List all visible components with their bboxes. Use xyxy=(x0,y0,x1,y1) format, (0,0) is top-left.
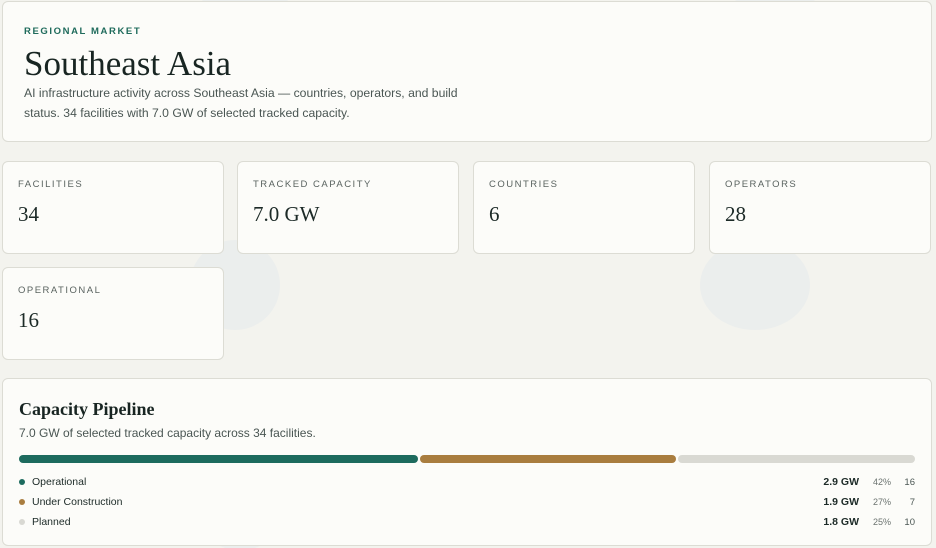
status-dot-icon xyxy=(19,479,25,485)
legend-percent: 25% xyxy=(872,517,891,527)
eyebrow-label: REGIONAL MARKET xyxy=(24,26,142,37)
pipeline-segment-planned[interactable] xyxy=(677,455,915,463)
stat-label: OPERATIONAL xyxy=(18,285,102,296)
legend-status-name: Planned xyxy=(32,516,71,528)
stat-value: 7.0 GW xyxy=(253,202,320,226)
stat-label: COUNTRIES xyxy=(489,179,559,190)
legend-percent: 27% xyxy=(872,497,891,507)
stat-label: FACILITIES xyxy=(18,179,84,190)
stat-value: 34 xyxy=(18,202,39,226)
legend-status-name: Operational xyxy=(32,476,87,488)
stat-label: OPERATORS xyxy=(725,179,798,190)
page-title: Southeast Asia xyxy=(24,44,232,83)
legend-gw: 1.9 GW xyxy=(823,496,859,508)
legend-row-under-construction: Under Construction 1.9 GW 27% 7 xyxy=(19,495,915,509)
stat-card-tracked-capacity: TRACKED CAPACITY 7.0 GW xyxy=(237,161,459,254)
legend-percent: 42% xyxy=(872,477,891,487)
pipeline-segment-under-construction[interactable] xyxy=(419,455,676,463)
legend-count: 7 xyxy=(909,496,915,508)
status-dot-icon xyxy=(19,499,25,505)
legend-count: 16 xyxy=(904,476,915,488)
legend-row-operational: Operational 2.9 GW 42% 16 xyxy=(19,475,915,489)
stat-label: TRACKED CAPACITY xyxy=(253,179,372,190)
page-subtitle: AI infrastructure activity across Southe… xyxy=(24,86,458,120)
stat-value: 16 xyxy=(18,308,39,332)
stat-card-countries: COUNTRIES 6 xyxy=(473,161,695,254)
stat-card-operators: OPERATORS 28 xyxy=(709,161,931,254)
stat-card-operational: OPERATIONAL 16 xyxy=(2,267,224,360)
pipeline-segment-operational[interactable] xyxy=(19,455,418,463)
region-header-card: REGIONAL MARKET Southeast Asia AI infras… xyxy=(2,1,932,142)
legend-status-name: Under Construction xyxy=(32,496,123,508)
stat-value: 6 xyxy=(489,202,500,226)
status-dot-icon xyxy=(19,519,25,525)
pipeline-bar xyxy=(19,455,915,463)
legend-count: 10 xyxy=(904,516,915,528)
legend-gw: 1.8 GW xyxy=(823,516,859,528)
legend-row-planned: Planned 1.8 GW 25% 10 xyxy=(19,515,915,529)
stat-card-facilities: FACILITIES 34 xyxy=(2,161,224,254)
legend-gw: 2.9 GW xyxy=(823,476,859,488)
capacity-pipeline-card: Capacity Pipeline 7.0 GW of selected tra… xyxy=(2,378,932,546)
stat-value: 28 xyxy=(725,202,746,226)
pipeline-title: Capacity Pipeline xyxy=(19,399,155,419)
pipeline-subtitle: 7.0 GW of selected tracked capacity acro… xyxy=(19,426,316,440)
